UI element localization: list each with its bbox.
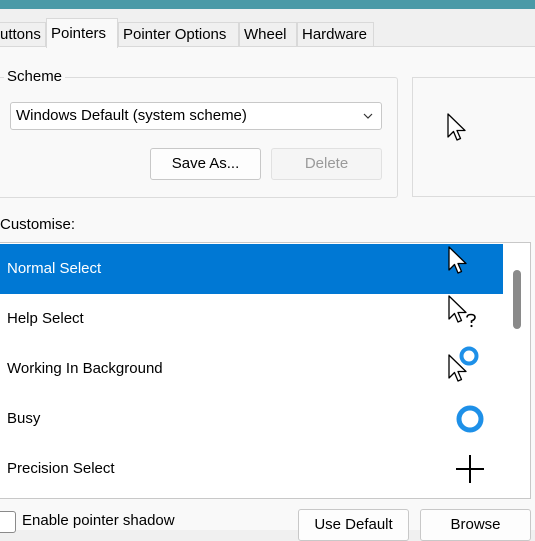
crosshair-icon bbox=[456, 455, 484, 483]
browse-label: Browse bbox=[450, 516, 501, 533]
tab-pointer-options[interactable]: Pointer Options bbox=[118, 22, 239, 46]
list-item-help-select[interactable]: Help Select bbox=[0, 294, 503, 344]
tab-label: Pointers bbox=[51, 25, 107, 42]
list-item-label: Precision Select bbox=[7, 460, 115, 477]
help-cursor-icon bbox=[448, 295, 476, 328]
cursor-list[interactable]: Normal Select Help Select Working In Bac… bbox=[0, 242, 531, 499]
save-as-label: Save As... bbox=[171, 155, 240, 172]
enable-pointer-shadow-checkbox[interactable] bbox=[0, 511, 16, 533]
tab-pointers[interactable]: Pointers bbox=[46, 18, 118, 48]
list-item-busy[interactable]: Busy bbox=[0, 394, 503, 444]
cursor-preview bbox=[412, 77, 535, 197]
tab-label: uttons bbox=[0, 26, 41, 43]
tab-strip: uttons Pointers Pointer Options Wheel Ha… bbox=[0, 9, 535, 48]
tab-hardware[interactable]: Hardware bbox=[297, 22, 374, 46]
list-item-label: Busy bbox=[7, 410, 41, 427]
save-as-button[interactable]: Save As... bbox=[150, 148, 261, 180]
list-item-working-in-background[interactable]: Working In Background bbox=[0, 344, 503, 394]
customise-label: Customise: bbox=[0, 216, 76, 233]
arrow-cursor-icon bbox=[447, 113, 466, 141]
scheme-dropdown[interactable]: Windows Default (system scheme) bbox=[10, 102, 382, 130]
use-default-button[interactable]: Use Default bbox=[298, 509, 409, 541]
list-item-precision-select[interactable]: Precision Select bbox=[0, 444, 503, 494]
use-default-label: Use Default bbox=[314, 516, 393, 533]
list-item-label: Working In Background bbox=[7, 360, 163, 377]
list-item-label: Normal Select bbox=[7, 260, 102, 277]
scheme-legend: Scheme bbox=[4, 67, 66, 87]
tab-label: Pointer Options bbox=[123, 26, 227, 43]
working-cursor-icon bbox=[448, 346, 479, 382]
chevron-down-icon bbox=[363, 113, 373, 119]
tab-buttons[interactable]: uttons bbox=[0, 22, 46, 46]
list-item-label: Help Select bbox=[7, 310, 84, 327]
arrow-cursor-icon bbox=[448, 246, 467, 274]
list-item-normal-select[interactable]: Normal Select bbox=[0, 244, 503, 294]
tab-wheel[interactable]: Wheel bbox=[239, 22, 297, 46]
window-title-strip bbox=[0, 0, 535, 9]
scrollbar-thumb[interactable] bbox=[513, 270, 521, 329]
tab-label: Wheel bbox=[244, 26, 287, 43]
delete-button[interactable]: Delete bbox=[271, 148, 382, 180]
list-scrollbar[interactable] bbox=[504, 243, 530, 498]
browse-button[interactable]: Browse bbox=[420, 509, 531, 541]
scheme-dropdown-value: Windows Default (system scheme) bbox=[16, 107, 247, 124]
tab-label: Hardware bbox=[302, 26, 368, 43]
busy-ring-icon bbox=[456, 405, 484, 433]
delete-label: Delete bbox=[304, 155, 349, 172]
